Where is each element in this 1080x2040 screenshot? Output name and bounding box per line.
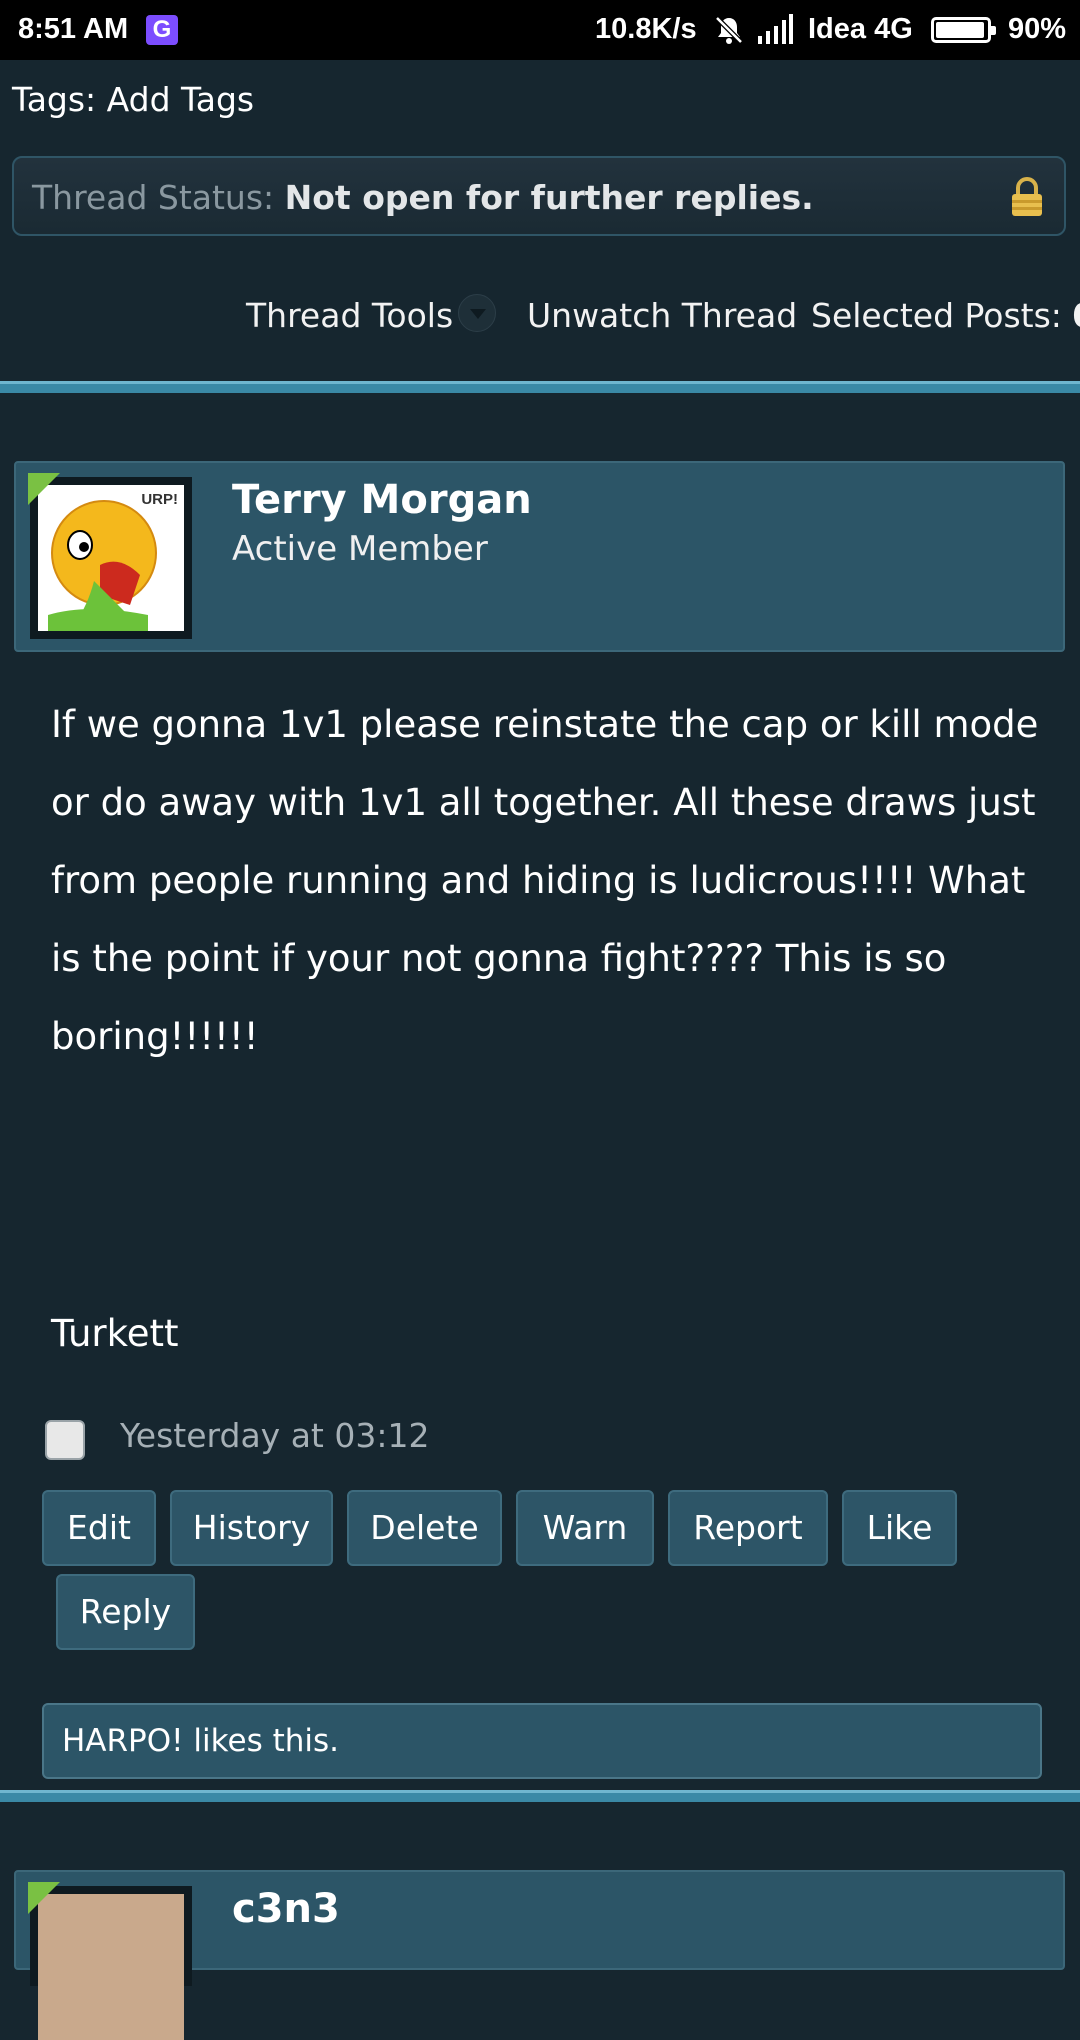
next-post-username[interactable]: c3n3: [232, 1886, 340, 1932]
online-indicator: [28, 1882, 60, 1914]
bell-muted-icon: [715, 16, 743, 44]
status-time: 8:51 AM: [18, 13, 129, 45]
lock-icon: [1012, 177, 1042, 216]
battery-icon: [931, 17, 996, 43]
report-button[interactable]: Report: [668, 1490, 828, 1566]
edit-button[interactable]: Edit: [42, 1490, 156, 1566]
delete-button[interactable]: Delete: [347, 1490, 502, 1566]
thread-status-value: Not open for further replies.: [284, 178, 814, 217]
signal-icon: [758, 14, 793, 44]
network-speed: 10.8K/s: [595, 13, 697, 45]
battery-percent: 90%: [1008, 13, 1067, 45]
thread-status-label: Thread Status:: [32, 178, 285, 217]
select-post-checkbox[interactable]: [45, 1420, 85, 1460]
reply-button[interactable]: Reply: [56, 1574, 195, 1650]
next-post-user-info: c3n3: [14, 1870, 1065, 2040]
selected-posts-label: Selected Posts:: [811, 296, 1073, 335]
app-notification-icon: G: [146, 15, 178, 45]
post-datetime[interactable]: Yesterday at 03:12: [120, 1416, 429, 1455]
section-divider: [0, 381, 1080, 393]
post-signature: Turkett: [51, 1312, 179, 1355]
likes-summary[interactable]: HARPO! likes this.: [42, 1703, 1042, 1779]
avatar-caption: URP!: [141, 491, 178, 508]
status-bar: 8:51 AM G 10.8K/s Idea 4G 90%: [0, 0, 1080, 60]
carrier-label: Idea 4G: [808, 13, 913, 45]
avatar-image: URP!: [38, 485, 184, 631]
thread-status-box: Thread Status: Not open for further repl…: [12, 156, 1066, 236]
thread-status-text: Thread Status: Not open for further repl…: [32, 178, 814, 217]
unwatch-thread-link[interactable]: Unwatch Thread: [527, 296, 797, 335]
tags-line[interactable]: Tags: Add Tags: [12, 80, 254, 119]
selected-posts-count: 0: [1072, 296, 1080, 335]
post-user-info: URP! Terry Morgan Active Member: [14, 461, 1065, 652]
thread-tools-menu[interactable]: Thread Tools: [246, 296, 453, 335]
post-user-title: Active Member: [232, 529, 488, 569]
next-avatar-image: [38, 1894, 184, 2040]
selected-posts[interactable]: Selected Posts: 0: [811, 296, 1080, 335]
post-message: If we gonna 1v1 please reinstate the cap…: [51, 703, 1039, 1058]
chevron-down-icon[interactable]: [458, 294, 496, 332]
warn-button[interactable]: Warn: [516, 1490, 654, 1566]
post-username[interactable]: Terry Morgan: [232, 477, 532, 523]
online-indicator: [28, 473, 60, 505]
like-button[interactable]: Like: [842, 1490, 957, 1566]
section-divider: [0, 1790, 1080, 1802]
history-button[interactable]: History: [170, 1490, 333, 1566]
